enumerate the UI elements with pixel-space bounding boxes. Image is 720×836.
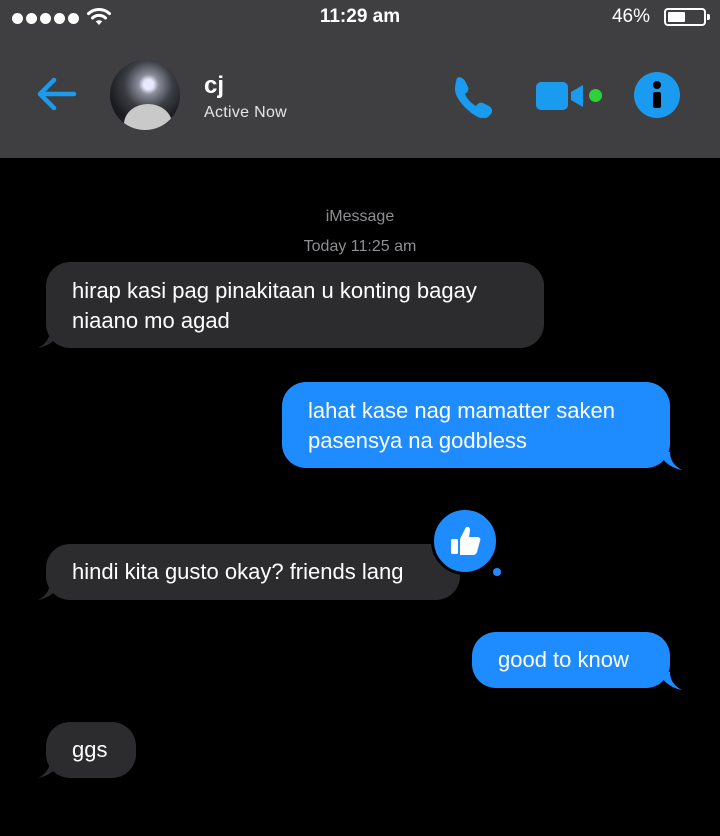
- conversation-timestamp: Today 11:25 am: [303, 238, 417, 255]
- message-text: hirap kasi pag pinakitaan u konting baga…: [72, 278, 477, 303]
- phone-icon[interactable]: [448, 74, 494, 118]
- battery-icon: [664, 8, 710, 26]
- service-label: iMessage: [325, 208, 395, 225]
- message-incoming[interactable]: hirap kasi pag pinakitaan u konting baga…: [46, 262, 544, 348]
- message-text: hindi kita gusto okay? friends lang: [72, 559, 404, 584]
- thumbs-up-icon: [451, 526, 481, 555]
- back-arrow-icon[interactable]: [34, 74, 78, 114]
- presence-status: Active Now: [204, 104, 288, 121]
- thumbs-up-reaction[interactable]: [431, 507, 499, 575]
- message-text: ggs: [72, 737, 108, 762]
- message-text: niaano mo agad: [72, 308, 230, 333]
- info-icon[interactable]: [634, 72, 680, 118]
- message-outgoing[interactable]: good to know: [472, 632, 670, 688]
- video-camera-icon[interactable]: [536, 80, 586, 112]
- message-incoming[interactable]: ggs: [46, 722, 136, 778]
- message-text: lahat kase nag mamatter saken: [308, 398, 615, 423]
- contact-name[interactable]: cj: [204, 72, 224, 100]
- chat-header: 11:29 am 46% cj Active Now: [0, 0, 720, 158]
- message-incoming[interactable]: hindi kita gusto okay? friends lang: [46, 544, 460, 600]
- message-outgoing[interactable]: lahat kase nag mamatter saken pasensya n…: [282, 382, 670, 468]
- online-indicator: [589, 89, 602, 102]
- contact-avatar[interactable]: [110, 60, 180, 130]
- status-bar: 11:29 am 46%: [0, 0, 720, 36]
- battery-percentage: 46%: [611, 6, 650, 27]
- message-text: good to know: [498, 647, 629, 672]
- message-text: pasensya na godbless: [308, 428, 527, 453]
